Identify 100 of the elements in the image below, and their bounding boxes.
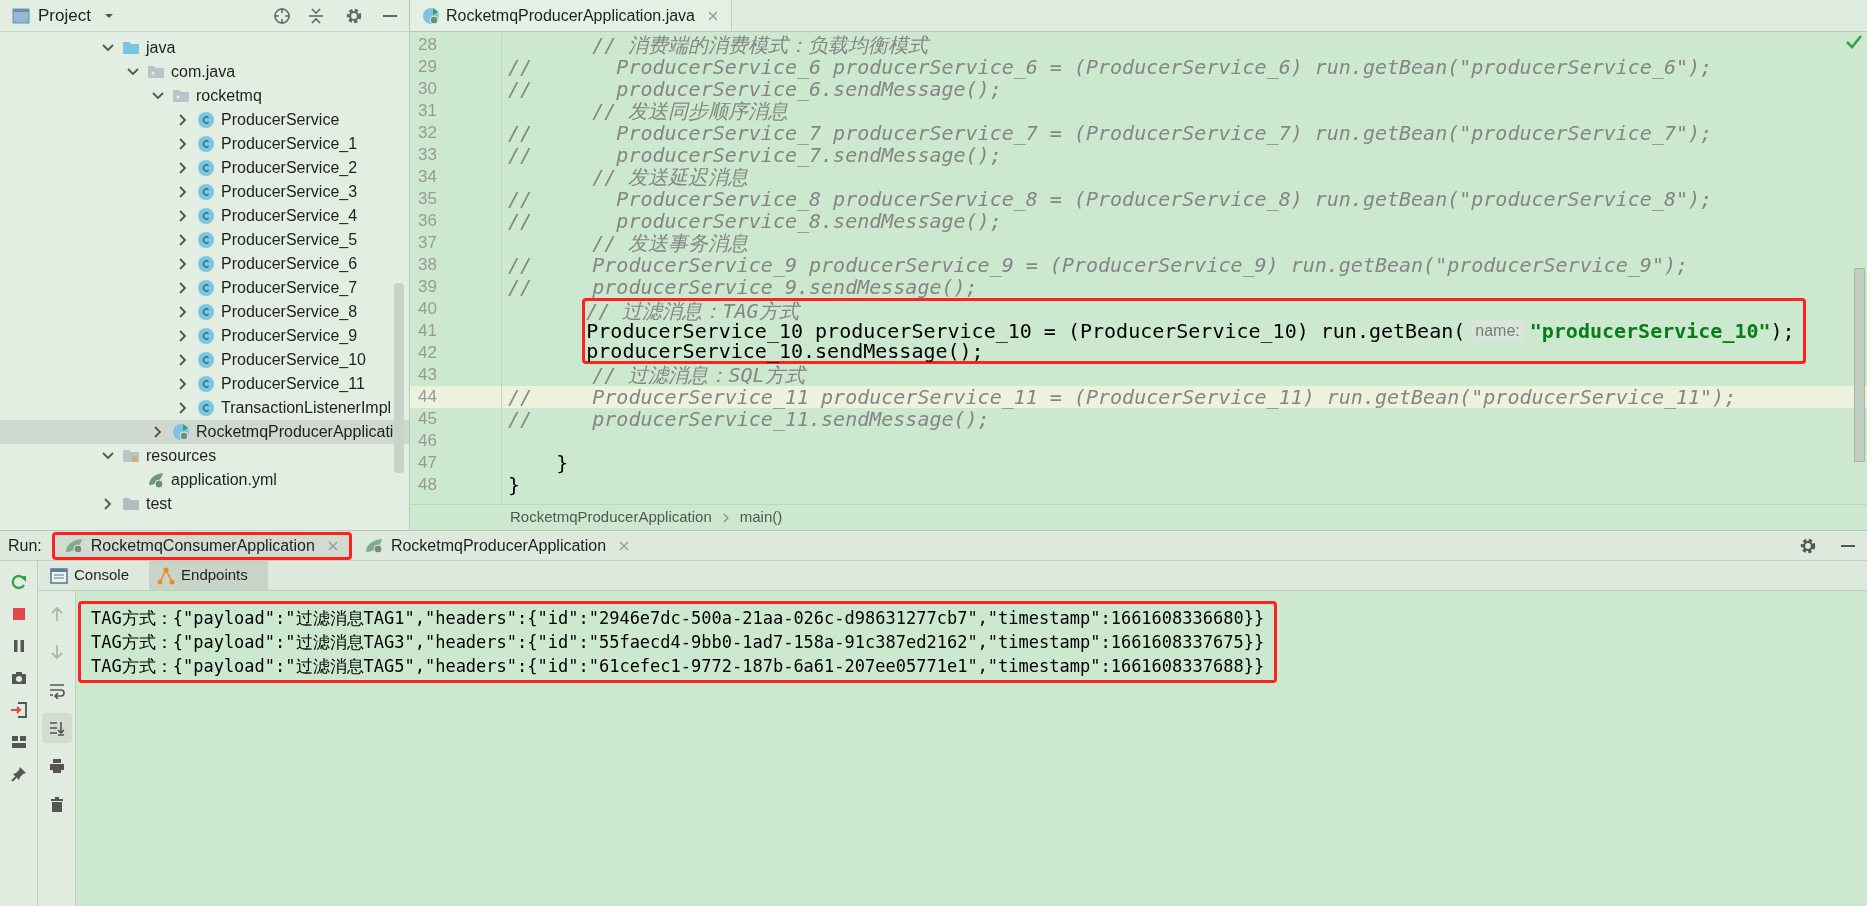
console-tab[interactable]: Endpoints xyxy=(149,561,268,590)
tree-item[interactable]: ProducerService_9 xyxy=(0,324,409,348)
code-comment: // ProducerService_6 producerService_6 = (ProducerService_6) run.getBean("producerService_6"); xyxy=(508,56,1713,78)
scroll-to-end-icon xyxy=(47,719,66,737)
locate-icon[interactable] xyxy=(273,6,291,25)
tree-item[interactable]: RocketmqProducerApplicati xyxy=(0,420,409,444)
panel-title[interactable]: Project xyxy=(38,2,91,29)
breadcrumb-item[interactable]: main() xyxy=(739,506,783,529)
class-icon xyxy=(197,231,215,249)
tree-item[interactable]: application.yml xyxy=(0,468,409,492)
package-icon xyxy=(147,63,165,81)
console-line: TAG方式：{"payload":"过滤消息TAG1","headers":{"id":"2946e7dc-500a-21aa-026c-d98631277cb7","timestamp":1661608336680}} xyxy=(91,607,1265,630)
code-comment: // ProducerService_8 producerService_8 = (ProducerService_8) run.getBean("producerService_8"); xyxy=(508,188,1713,210)
leaf-file-icon xyxy=(147,471,165,489)
tree-item[interactable]: ProducerService_7 xyxy=(0,276,409,300)
run-tab[interactable]: RocketmqProducerApplication xyxy=(351,531,644,560)
tree-item[interactable]: ProducerService_1 xyxy=(0,132,409,156)
print-icon xyxy=(47,757,66,775)
code-comment: // ProducerService_9 producerService_9 = (ProducerService_9) run.getBean("producerService_9"); xyxy=(508,254,1689,276)
endpoints-icon xyxy=(157,566,176,585)
code-comment: // 过滤消息：TAG方式 xyxy=(586,301,799,321)
tree-item[interactable]: test xyxy=(0,492,409,516)
tree-item[interactable]: com.java xyxy=(0,60,409,84)
class-icon xyxy=(197,159,215,177)
code-text: } xyxy=(555,452,569,474)
layout-icon[interactable] xyxy=(9,733,28,751)
class-icon xyxy=(197,399,215,417)
class-icon xyxy=(197,111,215,129)
line-number: 39 xyxy=(418,277,437,296)
line-number: 44 xyxy=(418,387,437,406)
code-comment: // producerService_11.sendMessage(); xyxy=(508,408,990,430)
code-text: } xyxy=(508,474,521,496)
class-icon xyxy=(197,351,215,369)
line-number: 29 xyxy=(418,57,437,76)
scroll-to-end-button[interactable] xyxy=(41,713,72,743)
spring-class-icon xyxy=(172,423,190,441)
code-comment: // 消费端的消费模式：负载均衡模式 xyxy=(591,34,929,56)
collapse-all-icon[interactable] xyxy=(307,6,325,25)
line-number: 36 xyxy=(418,211,437,230)
tree-item[interactable]: rocketmq xyxy=(0,84,409,108)
line-number: 40 xyxy=(418,299,437,318)
exit-icon[interactable] xyxy=(9,701,28,719)
line-number: 30 xyxy=(418,79,437,98)
tree-item[interactable]: TransactionListenerImpl xyxy=(0,396,409,420)
rerun-icon[interactable] xyxy=(9,573,28,591)
chevron-right-icon xyxy=(721,512,730,523)
tree-item[interactable]: ProducerService_2 xyxy=(0,156,409,180)
code-comment: // 发送同步顺序消息 xyxy=(591,100,789,122)
breadcrumb-item[interactable]: RocketmqProducerApplication xyxy=(510,506,712,529)
line-number: 33 xyxy=(418,145,437,164)
line-number: 47 xyxy=(418,453,437,472)
code-comment: // 发送事务消息 xyxy=(591,232,749,254)
tree-item[interactable]: ProducerService_4 xyxy=(0,204,409,228)
tree-item[interactable]: ProducerService xyxy=(0,108,409,132)
parameter-hint: name: xyxy=(1471,320,1524,342)
code-text: ProducerService_10 producerService_10 = (ProducerService_10) run.getBean( xyxy=(586,321,1466,341)
folder-icon xyxy=(122,39,140,57)
code-comment: // producerService_8.sendMessage(); xyxy=(508,210,1002,232)
pin-icon[interactable] xyxy=(9,765,28,783)
panel-label: Run: xyxy=(8,535,42,556)
settings-icon[interactable] xyxy=(345,6,363,25)
class-icon xyxy=(197,255,215,273)
editor-tab[interactable]: RocketmqProducerApplication.java xyxy=(410,0,732,31)
tree-item[interactable]: ProducerService_3 xyxy=(0,180,409,204)
console-line: TAG方式：{"payload":"过滤消息TAG5","headers":{"id":"61cefec1-9772-187b-6a61-207ee05771e1","timestamp":1661608337688}} xyxy=(91,655,1265,678)
tree-item[interactable]: resources xyxy=(0,444,409,468)
code-comment: // producerService_6.sendMessage(); xyxy=(508,78,1002,100)
scrollbar-thumb[interactable] xyxy=(394,283,404,473)
tree-item[interactable]: ProducerService_8 xyxy=(0,300,409,324)
class-icon xyxy=(197,183,215,201)
code-comment: // ProducerService_11 producerService_11 = (ProducerService_11) run.getBean("producerService_11"); xyxy=(508,386,1737,408)
scrollbar-thumb[interactable] xyxy=(1854,268,1865,462)
tree-item[interactable]: ProducerService_10 xyxy=(0,348,409,372)
folder-icon xyxy=(122,495,140,513)
spring-class-icon xyxy=(422,6,440,25)
console-line: TAG方式：{"payload":"过滤消息TAG3","headers":{"id":"55faecd4-9bb0-1ad7-158a-91c387ed2162","timestamp":1661608337675}} xyxy=(91,631,1265,654)
code-text: ); xyxy=(1770,321,1795,341)
settings-icon[interactable] xyxy=(1799,536,1817,555)
tree-item[interactable]: ProducerService_5 xyxy=(0,228,409,252)
code-comment: // ProducerService_7 producerService_7 = (ProducerService_7) run.getBean("producerService_7"); xyxy=(508,122,1713,144)
console-tab[interactable]: Console xyxy=(42,561,150,590)
camera-icon[interactable] xyxy=(9,669,28,687)
line-number: 43 xyxy=(418,365,437,384)
tree-item[interactable]: ProducerService_6 xyxy=(0,252,409,276)
line-number: 38 xyxy=(418,255,437,274)
class-icon xyxy=(197,303,215,321)
run-tab[interactable]: RocketmqConsumerApplication xyxy=(51,531,352,560)
string-literal: "producerService_10" xyxy=(1529,321,1771,341)
spring-leaf-icon xyxy=(364,536,385,555)
class-icon xyxy=(197,207,215,225)
line-number: 37 xyxy=(418,233,437,252)
tree-item[interactable]: java xyxy=(0,36,409,60)
wrap-icon xyxy=(47,681,66,699)
line-number: 48 xyxy=(418,475,437,494)
window-icon xyxy=(12,7,30,24)
package-icon xyxy=(172,87,190,105)
check-icon xyxy=(1845,34,1863,50)
console-icon xyxy=(50,566,68,585)
code-comment: // 过滤消息：SQL方式 xyxy=(591,364,805,386)
tree-item[interactable]: ProducerService_11 xyxy=(0,372,409,396)
